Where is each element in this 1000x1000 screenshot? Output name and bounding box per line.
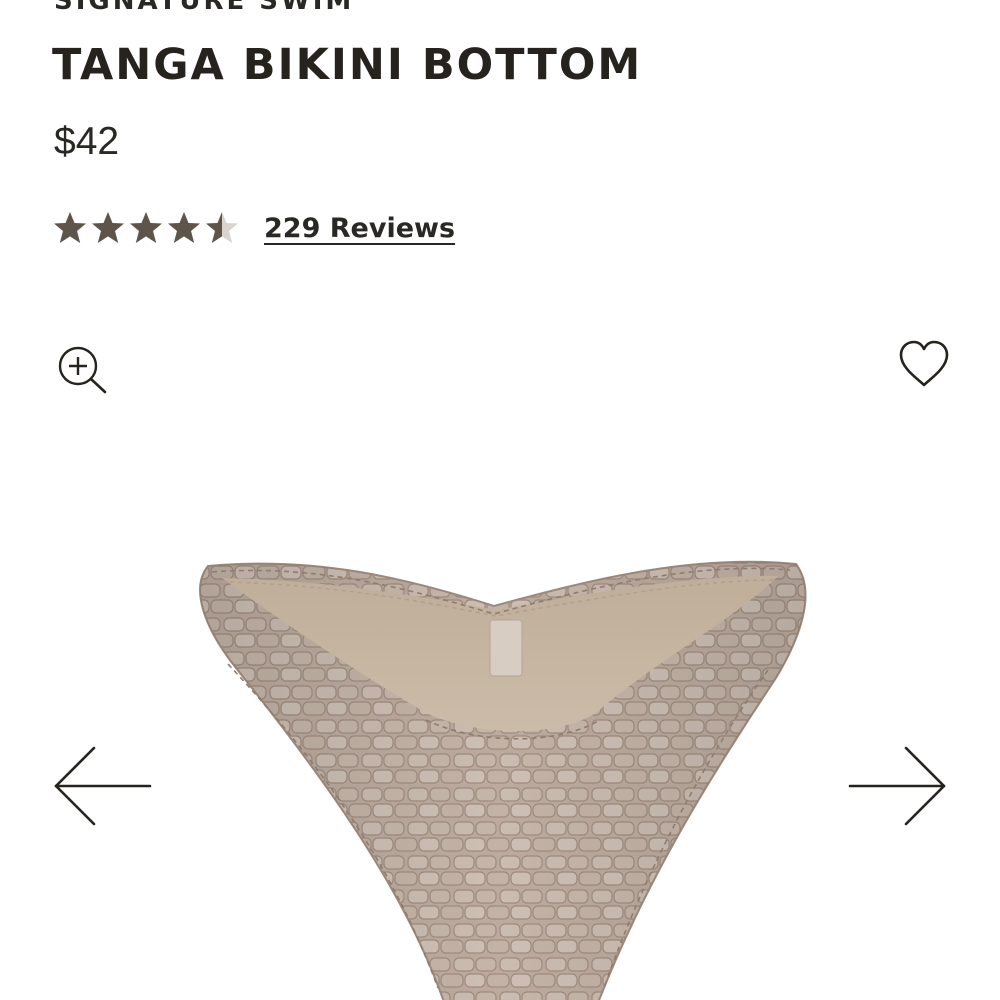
product-price: $42 [54, 120, 120, 163]
product-title: TANGA BIKINI BOTTOM [52, 40, 643, 90]
star-icon [130, 212, 162, 243]
next-image-button[interactable] [846, 742, 950, 830]
wishlist-button[interactable] [896, 338, 952, 390]
zoom-button[interactable] [52, 340, 112, 400]
arrow-left-icon [54, 746, 152, 826]
rating-stars [52, 210, 242, 246]
arrow-right-icon [848, 746, 946, 826]
reviews-link[interactable]: 229 Reviews [264, 213, 455, 244]
previous-image-button[interactable] [50, 742, 154, 830]
heart-outline-icon [899, 340, 949, 387]
star-icon [54, 212, 86, 243]
product-image [199, 560, 807, 1000]
zoom-in-icon [58, 346, 107, 394]
product-page: SIGNATURE SWIM TANGA BIKINI BOTTOM $42 2… [0, 0, 1000, 1000]
star-icon [168, 212, 200, 243]
star-icon [92, 212, 124, 243]
collection-label: SIGNATURE SWIM [54, 0, 355, 16]
star-icon [206, 212, 238, 243]
product-rating: 229 Reviews [52, 206, 455, 250]
